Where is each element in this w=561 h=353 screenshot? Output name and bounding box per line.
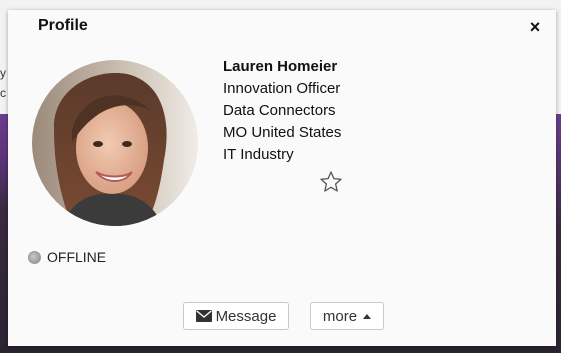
message-button[interactable]: Message: [183, 302, 289, 330]
presence-status: OFFLINE: [28, 249, 106, 265]
dialog-title: Profile: [38, 17, 88, 34]
background-page-right: [556, 10, 561, 353]
close-button[interactable]: ×: [524, 16, 546, 38]
more-button[interactable]: more: [310, 302, 384, 330]
profile-location: MO United States: [223, 124, 342, 141]
favorite-star-icon[interactable]: [319, 170, 343, 194]
user-photo-icon: [32, 60, 198, 226]
background-page: [0, 0, 561, 10]
profile-dialog: Profile × Lauren Homeier Innovation Offi…: [8, 10, 556, 346]
profile-job-title: Innovation Officer: [223, 80, 341, 97]
caret-up-icon: [363, 313, 372, 319]
status-dot-icon: [28, 250, 41, 264]
background-page-bottom: [0, 346, 561, 353]
profile-name: Lauren Homeier: [223, 58, 338, 75]
more-button-label: more: [322, 307, 358, 325]
status-label: OFFLINE: [47, 249, 107, 265]
profile-company: Data Connectors: [223, 102, 336, 119]
profile-info: Lauren Homeier Innovation Officer Data C…: [223, 56, 341, 166]
message-button-label: Message: [215, 307, 277, 325]
background-page-left: y c: [0, 10, 8, 353]
avatar: [32, 60, 198, 226]
envelope-icon: [195, 310, 212, 322]
profile-industry: IT Industry: [223, 146, 294, 163]
